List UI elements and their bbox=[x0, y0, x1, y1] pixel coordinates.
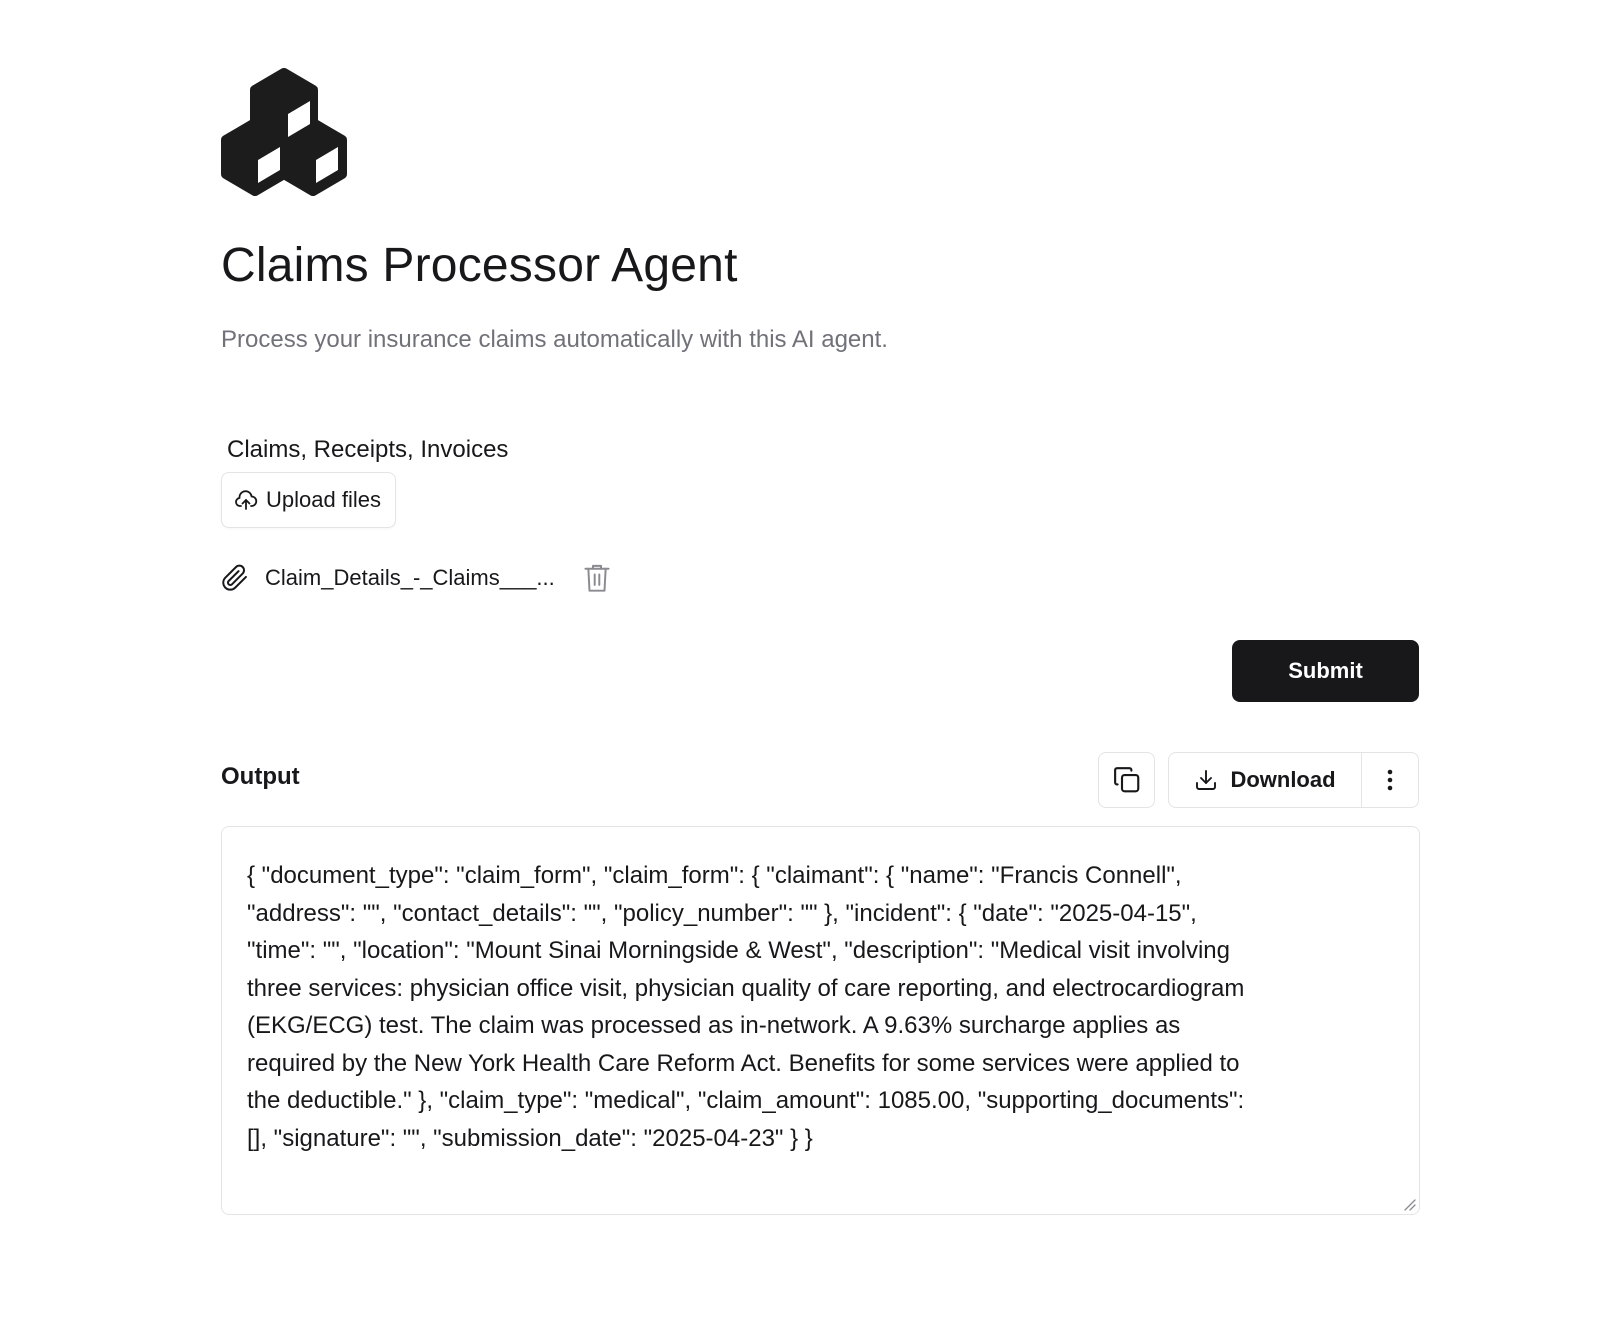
attached-file-name: Claim_Details_-_Claims___... bbox=[265, 565, 555, 590]
submit-button[interactable]: Submit bbox=[1232, 640, 1419, 702]
hexagon-cubes-logo-icon bbox=[221, 68, 347, 196]
download-icon bbox=[1196, 770, 1217, 790]
page-subtitle: Process your insurance claims automatica… bbox=[221, 326, 888, 353]
resize-handle-icon[interactable] bbox=[1402, 1197, 1416, 1211]
download-label: Download bbox=[1230, 767, 1336, 792]
download-button[interactable]: Download bbox=[1169, 753, 1362, 807]
copy-output-button[interactable] bbox=[1098, 752, 1155, 808]
copy-icon bbox=[1113, 767, 1139, 793]
trash-icon[interactable] bbox=[583, 563, 611, 593]
more-options-button[interactable] bbox=[1362, 753, 1418, 807]
vertical-dots-icon bbox=[1387, 769, 1393, 791]
output-textarea[interactable]: { "document_type": "claim_form", "claim_… bbox=[221, 826, 1420, 1215]
upload-files-button[interactable]: Upload files bbox=[221, 472, 396, 528]
output-label: Output bbox=[221, 763, 300, 790]
paperclip-icon bbox=[222, 564, 247, 591]
cloud-upload-icon bbox=[235, 490, 258, 510]
page-title: Claims Processor Agent bbox=[221, 239, 738, 292]
output-text: { "document_type": "claim_form", "claim_… bbox=[247, 862, 1245, 1152]
upload-files-label: Upload files bbox=[266, 487, 381, 512]
download-button-group: Download bbox=[1168, 752, 1419, 808]
attached-file-row: Claim_Details_-_Claims___... bbox=[221, 560, 611, 596]
upload-field-label: Claims, Receipts, Invoices bbox=[227, 436, 509, 463]
